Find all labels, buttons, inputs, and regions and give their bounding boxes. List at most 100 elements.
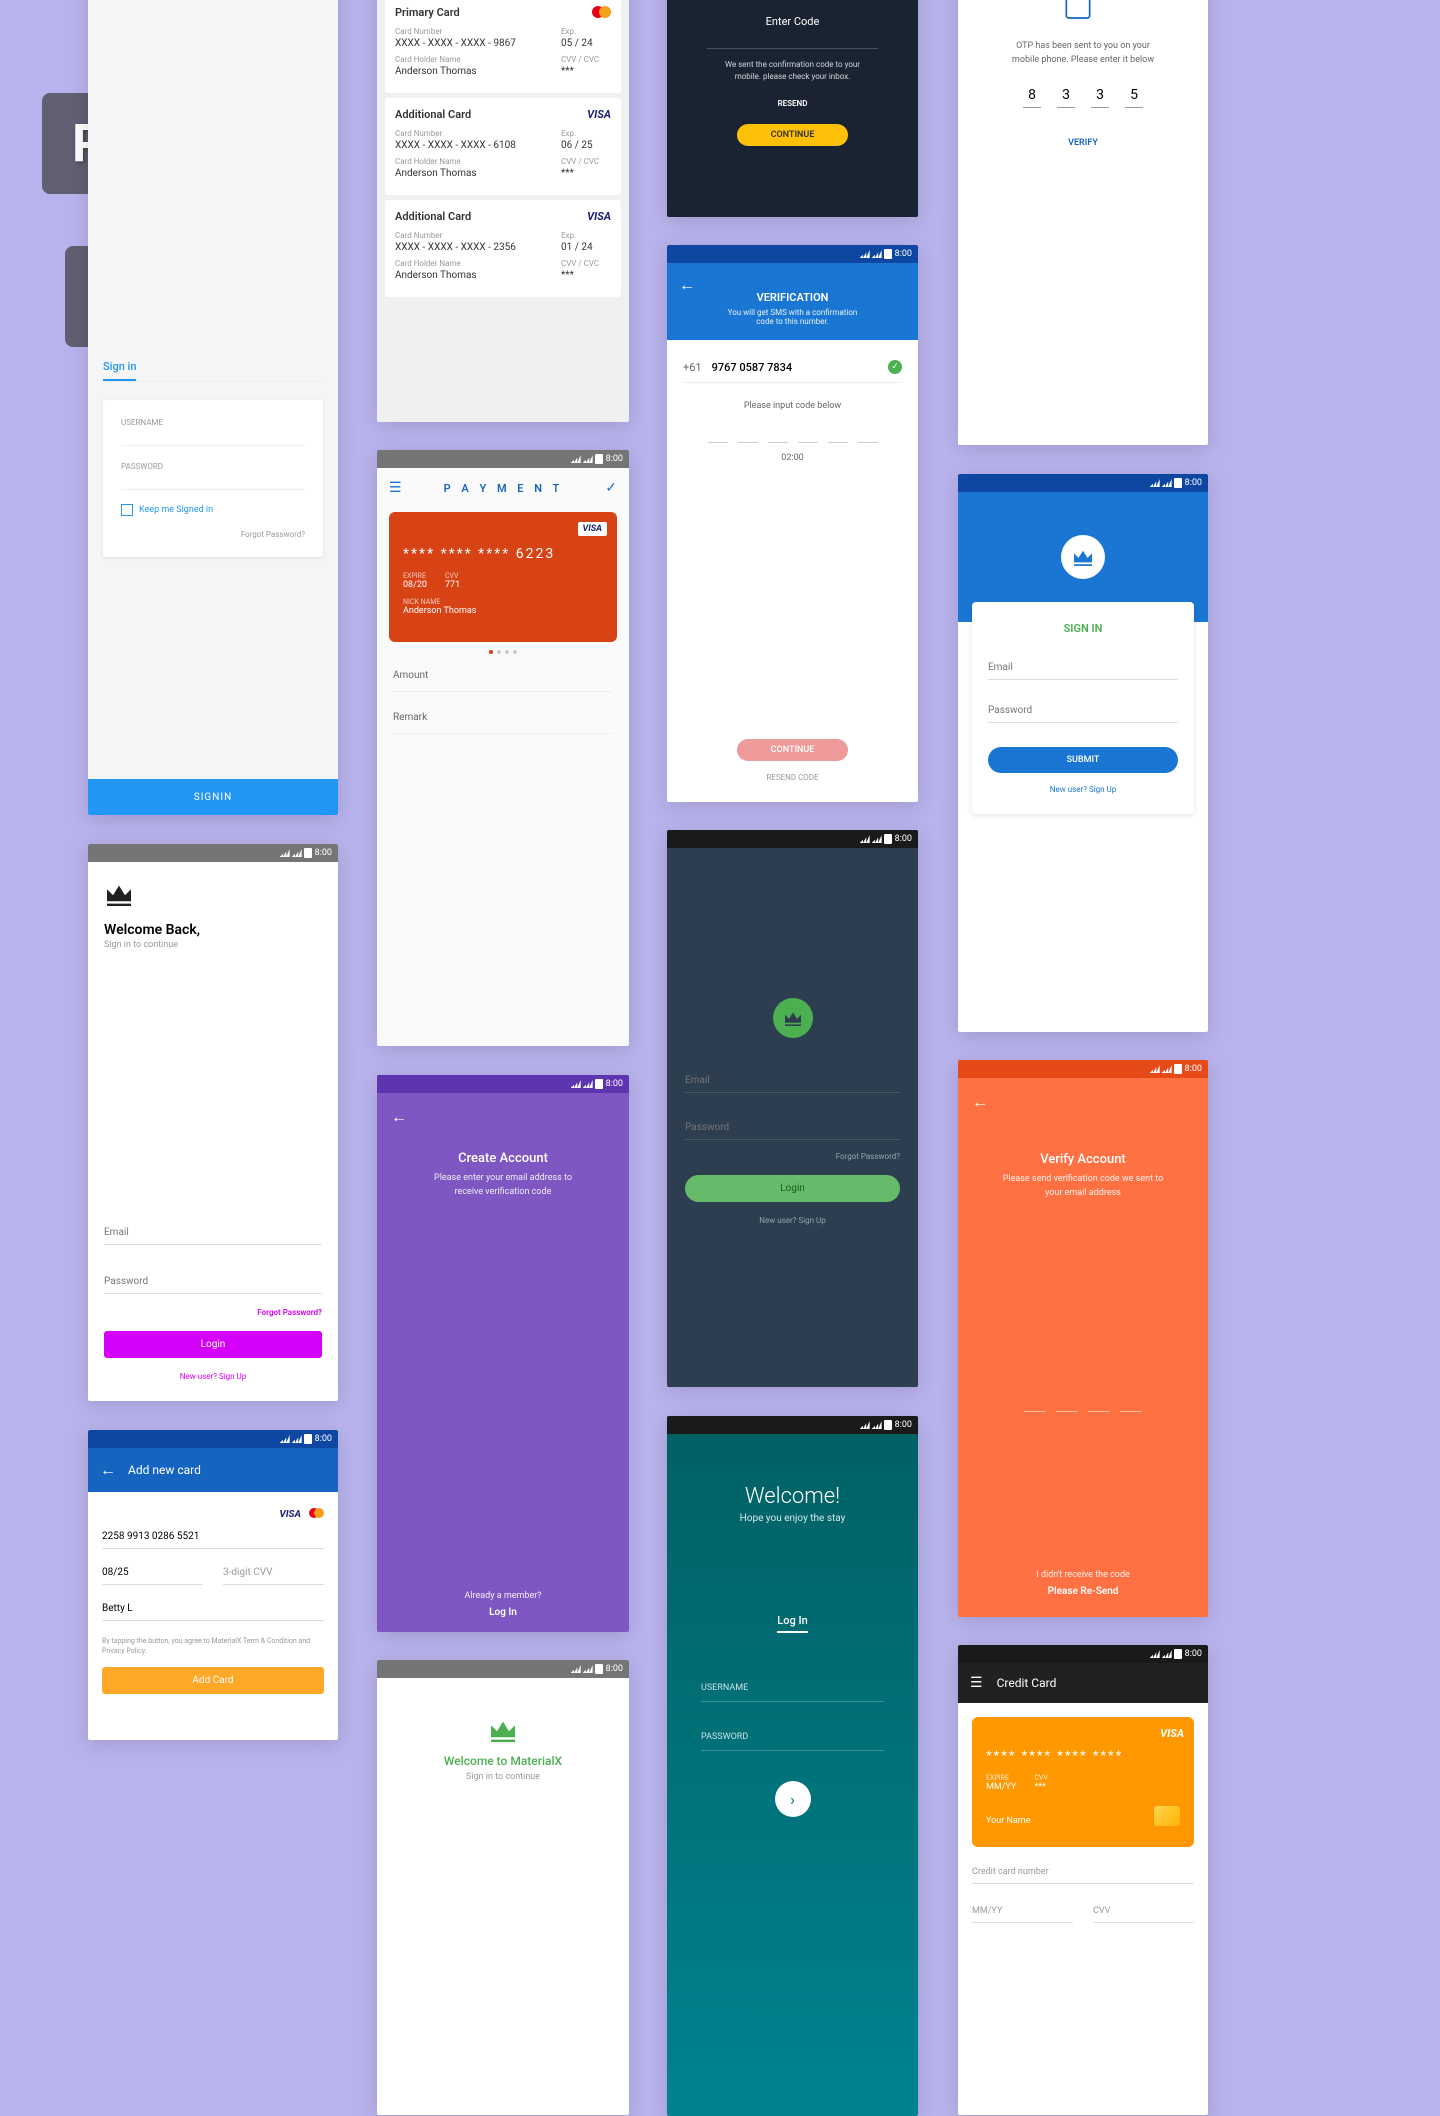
menu-icon[interactable]: ☰: [389, 480, 402, 496]
password-input[interactable]: [988, 699, 1178, 723]
dot-indicator[interactable]: [513, 650, 517, 654]
back-icon[interactable]: ←: [972, 1092, 988, 1111]
verify-button[interactable]: VERIFY: [958, 138, 1208, 148]
cvv-label: CVV: [445, 572, 460, 580]
code-input[interactable]: [1120, 1394, 1142, 1412]
keep-signed-checkbox[interactable]: [121, 504, 133, 516]
code-input-1[interactable]: [708, 425, 728, 443]
resend-link[interactable]: RESEND: [667, 99, 918, 108]
code-input[interactable]: [1088, 1394, 1110, 1412]
add-card-title: Add new card: [128, 1463, 201, 1477]
cvv-value: ***: [561, 168, 611, 179]
resend-link[interactable]: Please Re-Send: [958, 1586, 1208, 1597]
code-input-5[interactable]: [828, 425, 848, 443]
login-link[interactable]: Log In: [377, 1607, 629, 1618]
otp-digit-4[interactable]: 5: [1125, 87, 1143, 108]
signin-button[interactable]: SIGNIN: [88, 779, 338, 815]
password-input[interactable]: [104, 1270, 322, 1294]
password-input[interactable]: [685, 1116, 900, 1140]
holder-label: Card Holder Name: [395, 55, 561, 64]
add-card-screen: 8:00 ← Add new card VISA 2258 9913 0286 …: [88, 1430, 338, 1740]
card-number: **** **** **** 6223: [403, 546, 603, 562]
cvv-label: CVV / CVC: [561, 259, 611, 268]
code-input-2[interactable]: [738, 425, 758, 443]
signin-tab[interactable]: Sign in: [103, 360, 136, 381]
code-input-3[interactable]: [768, 425, 788, 443]
welcome-title: Welcome Back,: [104, 922, 322, 938]
email-input[interactable]: [104, 1221, 322, 1245]
password-input[interactable]: PASSWORD: [701, 1732, 884, 1751]
signup-link[interactable]: New user? Sign Up: [104, 1372, 322, 1381]
password-input[interactable]: [121, 489, 305, 490]
forgot-password-link[interactable]: Forgot Password?: [121, 530, 305, 539]
name-input[interactable]: Betty L: [102, 1597, 324, 1621]
submit-button[interactable]: SUBMIT: [988, 747, 1178, 773]
username-input[interactable]: USERNAME: [701, 1683, 884, 1702]
materialx-screen: 8:00 Welcome to MaterialX Sign in to con…: [377, 1660, 629, 2115]
otp-digit-3[interactable]: 3: [1091, 87, 1109, 108]
login-button[interactable]: Login: [104, 1331, 322, 1358]
code-input-6[interactable]: [858, 425, 878, 443]
back-icon[interactable]: ←: [100, 1460, 116, 1480]
continue-button[interactable]: CONTINUE: [737, 739, 849, 761]
code-input-4[interactable]: [798, 425, 818, 443]
login-tab[interactable]: Log In: [777, 1614, 807, 1633]
next-button[interactable]: ›: [775, 1781, 811, 1817]
status-time: 8:00: [895, 1420, 912, 1430]
card-number-input[interactable]: Credit card number: [972, 1861, 1194, 1884]
forgot-link[interactable]: Forgot Password?: [104, 1308, 322, 1317]
cvv-label: CVV / CVC: [561, 55, 611, 64]
otp-digit-2[interactable]: 3: [1057, 87, 1075, 108]
cvv-value: ***: [561, 66, 611, 77]
check-icon[interactable]: ✓: [605, 480, 617, 496]
back-icon[interactable]: ←: [679, 275, 695, 295]
continue-button[interactable]: CONTINUE: [737, 124, 849, 146]
materialx-title: Welcome to MaterialX: [377, 1754, 629, 1768]
dot-indicator[interactable]: [497, 650, 501, 654]
exp-value: 01 / 24: [561, 242, 611, 253]
primary-card[interactable]: Primary Card Card NumberXXXX - XXXX - XX…: [385, 0, 621, 93]
expiry-input[interactable]: MM/YY: [972, 1900, 1073, 1923]
add-card-button[interactable]: Add Card: [102, 1667, 324, 1694]
menu-icon[interactable]: ☰: [970, 1675, 983, 1691]
username-input[interactable]: [121, 445, 305, 446]
otp-screen: OTP has been sent to you on your mobile …: [958, 0, 1208, 445]
card-num-label: Card Number: [395, 27, 561, 36]
login-button[interactable]: Login: [685, 1175, 900, 1202]
email-input[interactable]: [685, 1069, 900, 1093]
signup-link[interactable]: New user? Sign Up: [988, 785, 1178, 794]
mastercard-icon: [309, 1508, 324, 1518]
signup-link[interactable]: New user? Sign Up: [685, 1216, 900, 1225]
credit-card-title: Credit Card: [997, 1676, 1057, 1690]
visa-icon: VISA: [587, 210, 611, 223]
crown-logo-icon: [1061, 535, 1105, 579]
amount-input[interactable]: Amount: [393, 670, 613, 692]
otp-digit-1[interactable]: 8: [1023, 87, 1041, 108]
status-time: 8:00: [1185, 478, 1202, 488]
additional-card-1[interactable]: Additional CardVISA Card NumberXXXX - XX…: [385, 98, 621, 195]
cvv-input[interactable]: CVV: [1093, 1900, 1194, 1923]
create-title: Create Account: [391, 1151, 615, 1166]
cvv-input[interactable]: 3-digit CVV: [223, 1561, 324, 1585]
resend-code-link[interactable]: RESEND CODE: [667, 773, 918, 782]
remark-input[interactable]: Remark: [393, 712, 613, 734]
dot-indicator[interactable]: [505, 650, 509, 654]
payment-screen: 8:00 ☰ P A Y M E N T ✓ VISA **** **** **…: [377, 450, 629, 1046]
email-input[interactable]: [988, 656, 1178, 680]
verification-screen: 8:00 ← VERIFICATION You will get SMS wit…: [667, 245, 918, 802]
forgot-link[interactable]: Forgot Password?: [685, 1152, 900, 1161]
code-input[interactable]: [1056, 1394, 1078, 1412]
enter-code-title: Enter Code: [667, 15, 918, 28]
dot-indicator[interactable]: [489, 650, 493, 654]
exp-input[interactable]: 08/25: [102, 1561, 203, 1585]
welcome-sub: Hope you enjoy the stay: [667, 1513, 918, 1524]
code-input[interactable]: [1024, 1394, 1046, 1412]
timer: 02:00: [683, 453, 902, 463]
back-icon[interactable]: ←: [391, 1107, 407, 1126]
card-number-input[interactable]: 2258 9913 0286 5521: [102, 1525, 324, 1549]
additional-card-2[interactable]: Additional CardVISA Card NumberXXXX - XX…: [385, 200, 621, 297]
cvv-label: CVV / CVC: [561, 157, 611, 166]
visa-icon: VISA: [279, 1509, 301, 1520]
terms-text: By tapping the button, you agree to Mate…: [102, 1637, 324, 1657]
enter-code-sub: We sent the confirmation code to your mo…: [667, 49, 918, 93]
